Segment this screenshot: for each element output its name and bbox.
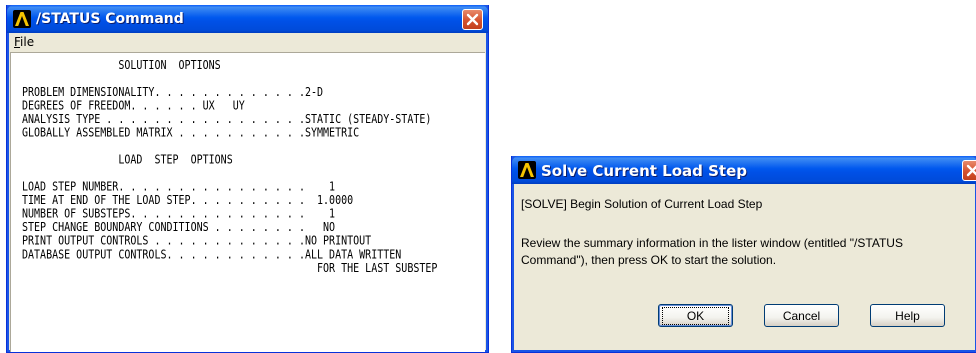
listing-line: TIME AT END OF THE LOAD STEP. . . . . . … xyxy=(22,194,354,208)
lister-title-bar[interactable]: /STATUS Command xyxy=(7,5,488,33)
close-icon xyxy=(966,164,976,177)
lister-title: /STATUS Command xyxy=(36,11,184,27)
listing-blank-line xyxy=(22,140,437,154)
listing-blank-line xyxy=(22,167,437,181)
close-icon xyxy=(466,13,479,26)
dialog-message-heading: [SOLVE] Begin Solution of Current Load S… xyxy=(521,197,763,211)
listing-line: LOAD STEP OPTIONS xyxy=(22,153,233,168)
listing-line: LOAD STEP NUMBER. . . . . . . . . . . . … xyxy=(22,180,336,195)
listing-line: DATABASE OUTPUT CONTROLS. . . . . . . . … xyxy=(22,248,402,262)
dialog-message-line1: Review the summary information in the li… xyxy=(521,236,903,250)
menu-file[interactable]: File xyxy=(14,35,34,49)
listing-line: SOLUTION OPTIONS xyxy=(22,59,221,73)
cancel-button[interactable]: Cancel xyxy=(764,304,839,327)
listing-line: NUMBER OF SUBSTEPS. . . . . . . . . . . … xyxy=(22,207,336,222)
listing-line: DEGREES OF FREEDOM. . . . . . UX UY xyxy=(22,99,245,114)
dialog-close-button[interactable] xyxy=(962,160,976,181)
listing-line: FOR THE LAST SUBSTEP xyxy=(22,261,438,276)
help-button[interactable]: Help xyxy=(870,304,945,327)
dialog-message-line2: Command"), then press OK to start the so… xyxy=(521,253,777,267)
lister-close-button[interactable] xyxy=(462,9,483,30)
status-lister-window: /STATUS Command File SOLUTION OPTIONS PR… xyxy=(6,5,489,353)
dialog-title-bar[interactable]: Solve Current Load Step xyxy=(512,156,976,184)
lister-menu-bar: File xyxy=(10,33,485,51)
lister-text-area[interactable]: SOLUTION OPTIONS PROBLEM DIMENSIONALITY.… xyxy=(10,52,485,352)
cancel-button-label: Cancel xyxy=(782,308,821,323)
ok-button[interactable]: OK xyxy=(658,304,733,327)
status-listing: SOLUTION OPTIONS PROBLEM DIMENSIONALITY.… xyxy=(22,59,437,275)
solve-current-load-step-dialog: Solve Current Load Step [SOLVE] Begin So… xyxy=(511,156,976,353)
ok-button-label: OK xyxy=(661,306,730,325)
listing-line: GLOBALLY ASSEMBLED MATRIX . . . . . . . … xyxy=(22,126,360,141)
listing-line: PRINT OUTPUT CONTROLS . . . . . . . . . … xyxy=(22,234,372,249)
listing-blank-line xyxy=(22,73,437,87)
listing-line: STEP CHANGE BOUNDARY CONDITIONS . . . . … xyxy=(22,221,336,235)
listing-line: PROBLEM DIMENSIONALITY. . . . . . . . . … xyxy=(22,86,324,100)
help-button-label: Help xyxy=(895,308,920,323)
listing-line: ANALYSIS TYPE . . . . . . . . . . . . . … xyxy=(22,113,432,127)
dialog-title: Solve Current Load Step xyxy=(541,162,747,180)
ansys-logo-icon xyxy=(13,10,31,28)
ansys-logo-icon xyxy=(518,161,536,179)
